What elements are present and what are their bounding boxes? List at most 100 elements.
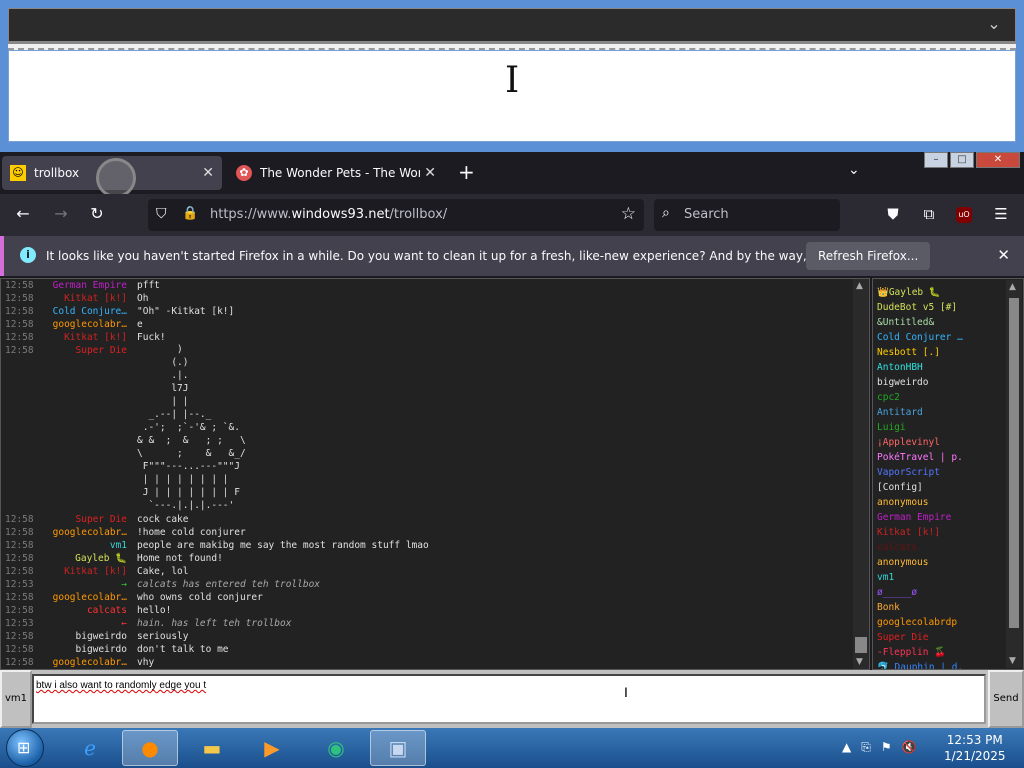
scroll-up-icon[interactable]: ▲ [856, 281, 863, 291]
network-icon[interactable]: ⎘ [861, 740, 871, 755]
message-nick[interactable]: Cold Conjure… [43, 305, 127, 318]
pocket-icon[interactable]: ⛊ [882, 205, 904, 223]
close-window-button[interactable]: ✕ [976, 152, 1020, 168]
close-tab-icon[interactable]: ✕ [202, 165, 214, 181]
new-tab-button[interactable]: + [458, 160, 475, 184]
message-nick[interactable]: German Empire [43, 279, 127, 292]
bookmark-star-icon[interactable]: ☆ [621, 204, 636, 224]
message-nick[interactable]: googlecolabr… [43, 656, 127, 669]
user-list-item[interactable]: anonymous [877, 495, 963, 510]
url-bar[interactable]: ⛉ 🔒 https://www.windows93.net/trollbox/ … [148, 199, 644, 231]
scroll-thumb[interactable] [855, 637, 867, 653]
user-list-item[interactable]: bigweirdo [877, 375, 963, 390]
user-list-item[interactable]: Antitard [877, 405, 963, 420]
chat-message: 12:58 Cold Conjure… "Oh" -Kitkat [k!] [1, 305, 853, 318]
close-notification-icon[interactable]: ✕ [997, 246, 1010, 264]
list-all-tabs-icon[interactable]: ⌄ [848, 162, 860, 178]
ublock-origin-icon[interactable]: uO [956, 207, 972, 223]
message-nick[interactable]: bigweirdo [43, 643, 127, 656]
tracking-shield-icon[interactable]: ⛉ [156, 206, 167, 222]
message-nick[interactable]: Kitkat [k!] [43, 292, 127, 305]
message-nick[interactable]: Kitkat [k!] [43, 565, 127, 578]
user-list-item[interactable]: ø_____ø [877, 585, 963, 600]
message-nick[interactable]: vm1 [43, 539, 127, 552]
user-list-item[interactable]: calcats [877, 540, 963, 555]
dropdown-bar[interactable]: ⌄ [8, 8, 1016, 42]
message-timestamp: 12:58 [5, 527, 34, 538]
user-list-item[interactable]: PokéTravel | p. [877, 450, 963, 465]
message-nick[interactable]: Kitkat [k!] [43, 331, 127, 344]
message-nick[interactable]: googlecolabr… [43, 318, 127, 331]
chat-message: 12:58 Kitkat [k!] Fuck! [1, 331, 853, 344]
menu-icon[interactable]: ☰ [990, 205, 1012, 223]
splitter[interactable] [8, 42, 1016, 50]
user-list-scrollbar[interactable]: ▲ ▼ [1006, 280, 1022, 668]
user-list-item[interactable]: -Flepplin 🍒 [877, 645, 963, 660]
forward-icon[interactable]: → [50, 204, 72, 223]
chat-scrollbar[interactable]: ▲ ▼ [853, 279, 869, 669]
user-list-item[interactable]: German Empire [877, 510, 963, 525]
user-list-item[interactable]: Cold Conjurer … [877, 330, 963, 345]
user-list-item[interactable]: [Config] [877, 480, 963, 495]
url-text[interactable]: https://www.windows93.net/trollbox/ [210, 207, 447, 222]
user-list-item[interactable]: anonymous [877, 555, 963, 570]
tab-wonder-pets[interactable]: ✿ The Wonder Pets - The Wonder ✕ [228, 156, 444, 190]
scroll-up-icon[interactable]: ▲ [1009, 282, 1016, 292]
message-nick[interactable]: Super Die [43, 513, 127, 526]
scroll-down-icon[interactable]: ▼ [1009, 656, 1016, 666]
message-input[interactable]: btw i also want to randomly edge you t I [32, 674, 986, 724]
close-tab-icon[interactable]: ✕ [424, 165, 436, 181]
message-nick[interactable]: googlecolabr… [43, 526, 127, 539]
chevron-down-icon[interactable]: ⌄ [983, 14, 1005, 36]
back-icon[interactable]: ← [12, 204, 34, 223]
show-hidden-icons-icon[interactable]: ▲ [842, 740, 851, 755]
scroll-down-icon[interactable]: ▼ [856, 657, 863, 667]
user-list-item[interactable]: &Untitled& [877, 315, 963, 330]
user-list-item[interactable]: Super Die [877, 630, 963, 645]
text-cursor-icon: I [624, 684, 628, 700]
user-list-item[interactable]: DudeBot v5 [#] [877, 300, 963, 315]
lock-icon[interactable]: 🔒 [182, 206, 198, 221]
message-timestamp: 12:58 [5, 566, 34, 577]
start-button[interactable]: ⊞ [6, 729, 44, 767]
user-list-item[interactable]: Kitkat [k!] [877, 525, 963, 540]
scroll-thumb[interactable] [1009, 298, 1019, 628]
message-nick[interactable]: → [43, 578, 127, 591]
user-list-item[interactable]: Nesbott [.] [877, 345, 963, 360]
user-list-item[interactable]: googlecolabrdp [877, 615, 963, 630]
user-list-item[interactable]: cpc2 [877, 390, 963, 405]
action-center-flag-icon[interactable]: ⚑ [881, 740, 892, 755]
minimize-button[interactable]: – [924, 152, 948, 168]
clock[interactable]: 12:53 PM 1/21/2025 [944, 732, 1006, 764]
user-list-item[interactable]: AntonHBH [877, 360, 963, 375]
message-nick[interactable]: googlecolabr… [43, 591, 127, 604]
file-explorer-icon[interactable]: ▬ [184, 730, 240, 766]
reload-icon[interactable]: ↻ [86, 204, 108, 223]
message-nick[interactable]: Super Die [43, 344, 127, 357]
send-button[interactable]: Send [988, 670, 1024, 728]
maximize-button[interactable]: □ [950, 152, 974, 168]
user-list-item[interactable]: 👑Gayleb 🐛 [877, 285, 963, 300]
nickname-button[interactable]: vm1 [0, 670, 32, 728]
user-list-item[interactable]: vm1 [877, 570, 963, 585]
chat-message: 12:58 vm1 people are makibg me say the mos… [1, 539, 853, 552]
window-app-icon[interactable]: ▣ [370, 730, 426, 766]
message-nick[interactable]: bigweirdo [43, 630, 127, 643]
message-nick[interactable]: Gayleb 🐛 [43, 552, 127, 565]
extensions-icon[interactable]: ⧉ [918, 205, 940, 223]
user-list-item[interactable]: ¡Applevinyl [877, 435, 963, 450]
refresh-firefox-button[interactable]: Refresh Firefox... [806, 242, 931, 270]
user-list-item[interactable]: 🐬 Dauphin | d. [877, 660, 963, 669]
firefox-icon[interactable]: ● [122, 730, 178, 766]
internet-explorer-icon[interactable]: ℯ [62, 730, 118, 766]
user-list-item[interactable]: Luigi [877, 420, 963, 435]
app-icon[interactable]: ◉ [308, 730, 364, 766]
media-player-icon[interactable]: ▶ [244, 730, 300, 766]
message-nick[interactable]: ← [43, 617, 127, 630]
message-nick[interactable]: calcats [43, 604, 127, 617]
user-list-item[interactable]: VaporScript [877, 465, 963, 480]
volume-muted-icon[interactable]: 🔇 [902, 740, 917, 755]
chat-log: 12:58 German Empire pfft 12:58 Kitkat [k!] Oh… [0, 278, 870, 670]
search-input[interactable]: ⌕ Search [654, 199, 840, 231]
user-list-item[interactable]: Bonk [877, 600, 963, 615]
